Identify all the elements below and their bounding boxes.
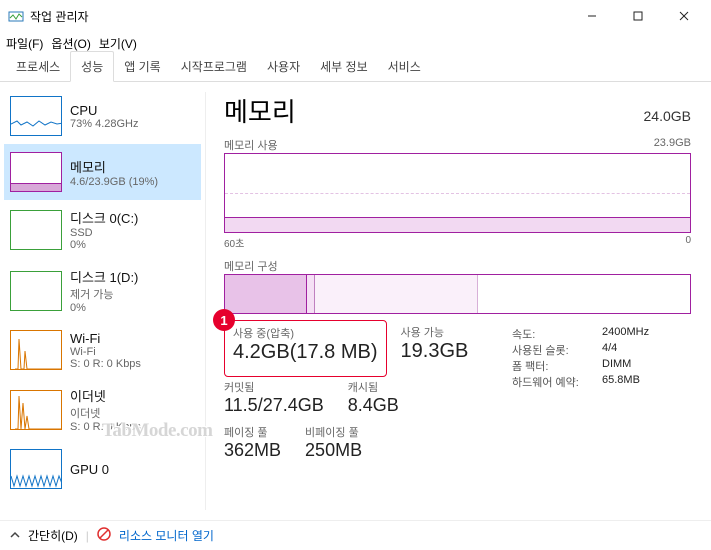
- hw-value: 65.8MB: [602, 374, 640, 390]
- open-resource-monitor-link[interactable]: 리소스 모니터 열기: [119, 527, 214, 544]
- sidebar-item-gpu0[interactable]: GPU 0: [4, 441, 201, 497]
- main-panel: 메모리 24.0GB 메모리 사용 23.9GB 60초 0 메모리 구성: [206, 82, 711, 520]
- sidebar-item-cpu[interactable]: CPU 73% 4.28GHz: [4, 88, 201, 144]
- tab-app-history[interactable]: 앱 기록: [114, 52, 170, 81]
- sidebar-item-memory[interactable]: 메모리 4.6/23.9GB (19%): [4, 144, 201, 200]
- window-controls: [569, 0, 707, 32]
- resmon-icon: [97, 527, 111, 544]
- memory-details: 속도:2400MHz 사용된 슬롯:4/4 폼 팩터:DIMM 하드웨어 예약:…: [512, 326, 649, 469]
- axis-left: 60초: [224, 235, 244, 250]
- composition-label: 메모리 구성: [224, 258, 278, 274]
- in-use-highlight: 1 사용 중(압축) 4.2GB(17.8 MB): [224, 320, 387, 377]
- page-title: 메모리: [224, 92, 296, 129]
- paged-value: 362MB: [224, 440, 281, 461]
- nonpaged-value: 250MB: [305, 440, 362, 461]
- sidebar-item-label: 이더넷: [70, 386, 141, 405]
- available-label: 사용 가능: [401, 324, 469, 340]
- slots-key: 사용된 슬롯:: [512, 342, 602, 358]
- sidebar-item-label: GPU 0: [70, 462, 109, 477]
- sidebar-item-wifi[interactable]: Wi-Fi Wi-Fi S: 0 R: 0 Kbps: [4, 322, 201, 378]
- total-memory: 24.0GB: [644, 108, 691, 124]
- available-value: 19.3GB: [401, 340, 469, 363]
- form-key: 폼 팩터:: [512, 358, 602, 374]
- memory-composition-graph: [224, 274, 691, 314]
- memory-usage-graph: [224, 153, 691, 233]
- disk0-thumb: [10, 210, 62, 250]
- sidebar-item-disk1[interactable]: 디스크 1(D:) 제거 가능 0%: [4, 259, 201, 322]
- chevron-up-icon[interactable]: [10, 529, 20, 543]
- brief-view-toggle[interactable]: 간단히(D): [28, 527, 78, 544]
- committed-label: 커밋됨: [224, 379, 324, 395]
- disk1-thumb: [10, 271, 62, 311]
- sidebar-item-label: 디스크 0(C:): [70, 208, 138, 227]
- menu-file[interactable]: 파일(F): [6, 35, 43, 52]
- titlebar: 작업 관리자: [0, 0, 711, 32]
- form-value: DIMM: [602, 358, 631, 374]
- tab-processes[interactable]: 프로세스: [6, 52, 70, 81]
- in-use-value: 4.2GB(17.8 MB): [233, 341, 378, 364]
- menu-view[interactable]: 보기(V): [99, 35, 137, 52]
- app-icon: [8, 8, 24, 24]
- footer: 간단히(D) | 리소스 모니터 열기: [0, 520, 711, 550]
- speed-key: 속도:: [512, 326, 602, 342]
- tab-performance[interactable]: 성능: [70, 51, 114, 82]
- sidebar-item-disk0[interactable]: 디스크 0(C:) SSD 0%: [4, 200, 201, 259]
- sidebar-item-ethernet[interactable]: 이더넷 이더넷 S: 0 R: 0 Kbps: [4, 378, 201, 441]
- sidebar-item-sub: SSD: [70, 227, 138, 239]
- sidebar-item-sub: 4.6/23.9GB (19%): [70, 176, 158, 188]
- usage-graph-max: 23.9GB: [654, 137, 691, 153]
- tab-services[interactable]: 서비스: [378, 52, 431, 81]
- in-use-label: 사용 중(압축): [233, 325, 378, 341]
- sidebar-item-sub2: S: 0 R: 0 Kbps: [70, 358, 141, 370]
- sidebar-item-label: 디스크 1(D:): [70, 267, 138, 286]
- sidebar-item-label: 메모리: [70, 157, 158, 176]
- sidebar-item-label: Wi-Fi: [70, 331, 141, 346]
- nonpaged-label: 비페이징 풀: [305, 424, 362, 440]
- cpu-thumb: [10, 96, 62, 136]
- sidebar: CPU 73% 4.28GHz 메모리 4.6/23.9GB (19%) 디스크…: [0, 82, 205, 520]
- menu-options[interactable]: 옵션(O): [51, 35, 90, 52]
- committed-value: 11.5/27.4GB: [224, 395, 324, 416]
- cached-label: 캐시됨: [348, 379, 399, 395]
- tab-details[interactable]: 세부 정보: [310, 52, 378, 81]
- wifi-thumb: [10, 330, 62, 370]
- hw-key: 하드웨어 예약:: [512, 374, 602, 390]
- sidebar-item-sub2: S: 0 R: 0 Kbps: [70, 421, 141, 433]
- close-button[interactable]: [661, 0, 707, 32]
- sidebar-item-label: CPU: [70, 103, 138, 118]
- content: CPU 73% 4.28GHz 메모리 4.6/23.9GB (19%) 디스크…: [0, 82, 711, 520]
- usage-graph-label: 메모리 사용: [224, 137, 278, 153]
- memory-thumb: [10, 152, 62, 192]
- minimize-button[interactable]: [569, 0, 615, 32]
- maximize-button[interactable]: [615, 0, 661, 32]
- slots-value: 4/4: [602, 342, 617, 358]
- gpu-thumb: [10, 449, 62, 489]
- sidebar-item-sub: 제거 가능: [70, 286, 138, 302]
- axis-right: 0: [685, 235, 691, 250]
- sidebar-item-sub: Wi-Fi: [70, 346, 141, 358]
- tab-users[interactable]: 사용자: [257, 52, 310, 81]
- sidebar-item-sub: 이더넷: [70, 405, 141, 421]
- ethernet-thumb: [10, 390, 62, 430]
- annotation-badge-1: 1: [213, 309, 235, 331]
- sidebar-item-sub: 73% 4.28GHz: [70, 118, 138, 130]
- sidebar-item-sub2: 0%: [70, 239, 138, 251]
- stats-area: 1 사용 중(압축) 4.2GB(17.8 MB) 사용 가능 19.3GB 커…: [224, 320, 691, 469]
- tab-startup[interactable]: 시작프로그램: [171, 52, 257, 81]
- window-title: 작업 관리자: [30, 8, 569, 25]
- paged-label: 페이징 풀: [224, 424, 281, 440]
- speed-value: 2400MHz: [602, 326, 649, 342]
- tabbar: 프로세스 성능 앱 기록 시작프로그램 사용자 세부 정보 서비스: [0, 54, 711, 82]
- cached-value: 8.4GB: [348, 395, 399, 416]
- sidebar-item-sub2: 0%: [70, 302, 138, 314]
